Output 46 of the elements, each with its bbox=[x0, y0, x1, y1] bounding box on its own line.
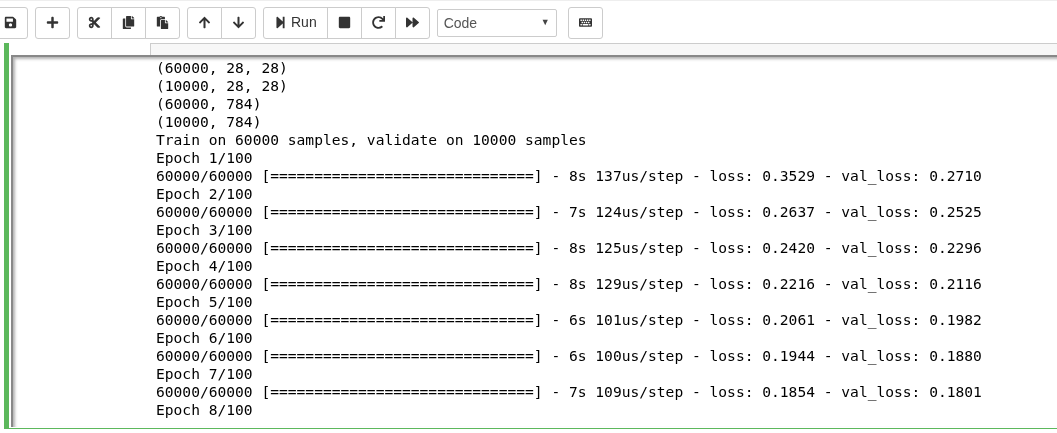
output-line: Epoch 5/100 bbox=[156, 293, 253, 311]
add-cell-button[interactable] bbox=[35, 6, 70, 39]
plus-icon bbox=[46, 16, 59, 29]
arrow-up-icon bbox=[198, 16, 211, 29]
output-line: Epoch 4/100 bbox=[156, 257, 253, 275]
output-line: 60000/60000 [==============================] - 6s 101us/step - loss: 0.2061 - val_loss: 0.1982 bbox=[156, 311, 982, 329]
run-all-button[interactable] bbox=[394, 6, 430, 39]
output-line: (10000, 28, 28) bbox=[156, 77, 288, 95]
output-line: 60000/60000 [==============================] - 8s 125us/step - loss: 0.2420 - val_loss: 0.2296 bbox=[156, 239, 982, 257]
scissors-icon bbox=[88, 16, 101, 29]
fast-forward-icon bbox=[405, 16, 419, 29]
output-line: 60000/60000 [==============================] - 7s 124us/step - loss: 0.2637 - val_loss: 0.2525 bbox=[156, 203, 982, 221]
output-line: Train on 60000 samples, validate on 10000 samples bbox=[156, 131, 587, 149]
output-line: Epoch 1/100 bbox=[156, 149, 253, 167]
output-line: 60000/60000 [==============================] - 8s 137us/step - loss: 0.3529 - val_loss: 0.2710 bbox=[156, 167, 982, 185]
output-line: Epoch 3/100 bbox=[156, 221, 253, 239]
move-up-button[interactable] bbox=[187, 6, 222, 39]
output-line: Epoch 7/100 bbox=[156, 365, 253, 383]
restart-icon bbox=[371, 16, 385, 29]
output-line: Epoch 2/100 bbox=[156, 185, 253, 203]
copy-icon bbox=[122, 16, 135, 29]
restart-button[interactable] bbox=[360, 6, 396, 39]
output-line: (10000, 784) bbox=[156, 113, 262, 131]
save-button[interactable] bbox=[0, 6, 28, 39]
cell-type-select[interactable]: Code ▼ bbox=[436, 8, 557, 37]
output-line: 60000/60000 [==============================] - 8s 129us/step - loss: 0.2216 - val_loss: 0.2116 bbox=[156, 275, 982, 293]
output-line: Epoch 8/100 bbox=[156, 401, 253, 419]
paste-icon bbox=[156, 16, 169, 29]
keyboard-button[interactable] bbox=[567, 6, 603, 39]
stop-icon bbox=[337, 16, 351, 29]
run-button[interactable]: Run bbox=[263, 6, 328, 39]
output-line: (60000, 28, 28) bbox=[156, 59, 288, 77]
save-icon bbox=[4, 16, 17, 29]
arrow-down-icon bbox=[232, 16, 245, 29]
copy-button[interactable] bbox=[111, 6, 146, 39]
caret-icon: ▼ bbox=[540, 15, 550, 30]
stop-button[interactable] bbox=[326, 6, 362, 39]
step-forward-icon bbox=[274, 16, 287, 29]
cut-button[interactable] bbox=[77, 6, 112, 39]
output-line: (60000, 784) bbox=[156, 95, 262, 113]
keyboard-icon bbox=[578, 16, 592, 29]
output-line: 60000/60000 [==============================] - 6s 100us/step - loss: 0.1944 - val_loss: 0.1880 bbox=[156, 347, 982, 365]
output-line: 60000/60000 [==============================] - 7s 109us/step - loss: 0.1854 - val_loss: 0.1801 bbox=[156, 383, 982, 401]
move-down-button[interactable] bbox=[221, 6, 256, 39]
output-line: Epoch 6/100 bbox=[156, 329, 253, 347]
paste-button[interactable] bbox=[145, 6, 180, 39]
